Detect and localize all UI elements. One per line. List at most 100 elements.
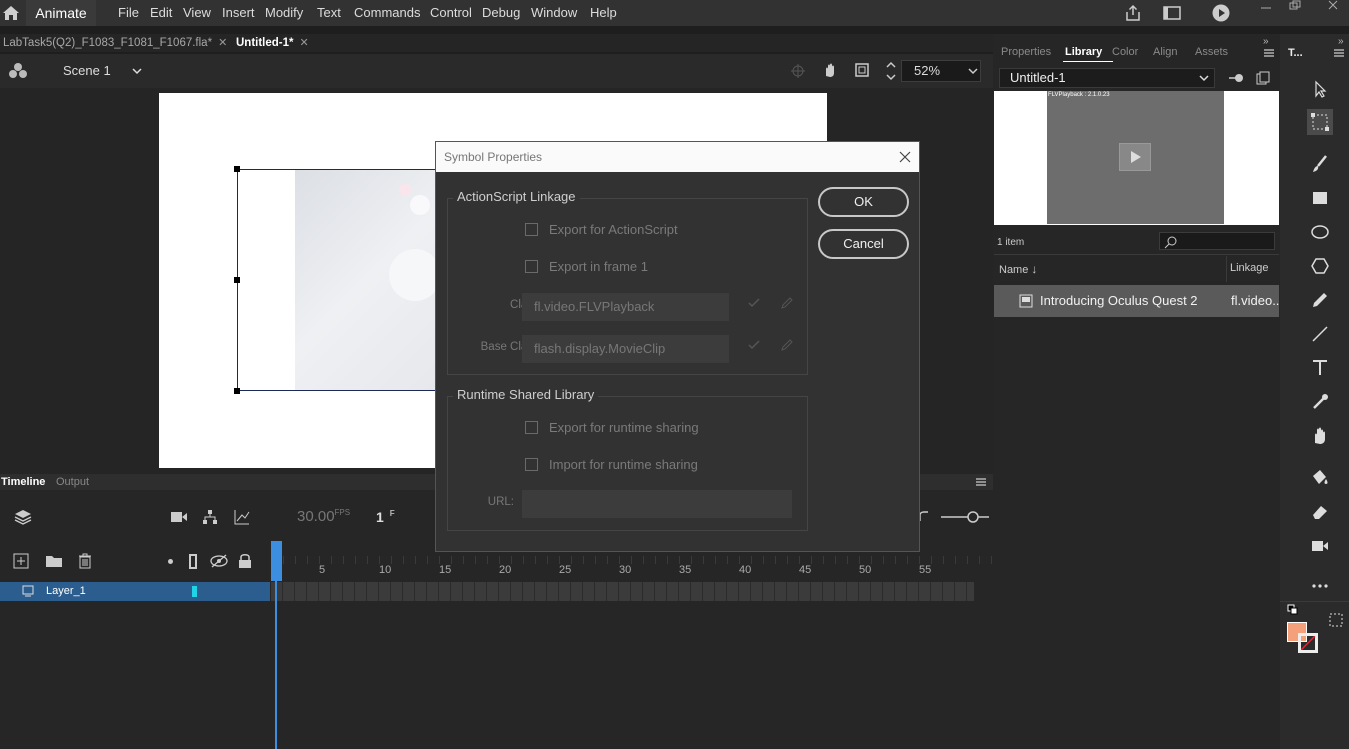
rectangle-tool-icon[interactable] bbox=[1310, 188, 1330, 208]
export-runtime-checkbox[interactable] bbox=[525, 421, 538, 434]
chevron-down-icon[interactable] bbox=[131, 66, 143, 76]
layer-row[interactable]: Layer_1 bbox=[0, 582, 270, 601]
polystar-tool-icon[interactable] bbox=[1310, 256, 1330, 276]
menu-debug[interactable]: Debug bbox=[482, 0, 520, 26]
library-document-select[interactable]: Untitled-1 bbox=[999, 68, 1215, 88]
snap-icon[interactable] bbox=[790, 63, 806, 79]
doc-tab-untitled[interactable]: Untitled-1* ✕ bbox=[236, 34, 309, 52]
minimize-icon[interactable] bbox=[1260, 3, 1272, 13]
column-divider[interactable] bbox=[1226, 256, 1227, 282]
import-runtime-checkbox[interactable] bbox=[525, 458, 538, 471]
base-class-input[interactable]: flash.display.MovieClip bbox=[522, 335, 729, 363]
column-name-header[interactable]: Name ↓ bbox=[999, 262, 1037, 276]
close-icon[interactable] bbox=[898, 150, 912, 164]
menu-commands[interactable]: Commands bbox=[354, 0, 420, 26]
checkmark-icon[interactable] bbox=[748, 298, 760, 308]
clip-stage-icon[interactable] bbox=[854, 62, 870, 78]
swap-colors-icon[interactable] bbox=[1287, 604, 1299, 616]
scene-name[interactable]: Scene 1 bbox=[63, 63, 111, 78]
edit-symbols-icon[interactable] bbox=[8, 61, 28, 81]
new-layer-icon[interactable] bbox=[13, 553, 29, 569]
new-folder-icon[interactable] bbox=[45, 554, 63, 568]
layer-frames[interactable] bbox=[271, 582, 974, 601]
url-input[interactable] bbox=[522, 490, 792, 518]
panel-menu-icon[interactable] bbox=[1333, 48, 1345, 58]
checkmark-icon[interactable] bbox=[748, 340, 760, 350]
hand-tool-icon[interactable] bbox=[1310, 426, 1330, 446]
layers-icon[interactable] bbox=[14, 509, 32, 525]
tab-align[interactable]: Align bbox=[1153, 46, 1177, 58]
hide-layers-icon[interactable] bbox=[210, 554, 228, 568]
export-actionscript-checkbox[interactable] bbox=[525, 223, 538, 236]
menu-control[interactable]: Control bbox=[430, 0, 472, 26]
menu-modify[interactable]: Modify bbox=[265, 0, 303, 26]
delete-layer-icon[interactable] bbox=[78, 553, 92, 569]
tab-timeline[interactable]: Timeline bbox=[1, 474, 45, 490]
new-library-panel-icon[interactable] bbox=[1256, 71, 1270, 85]
pin-icon[interactable] bbox=[1228, 72, 1244, 84]
current-frame[interactable]: 1F bbox=[376, 509, 395, 525]
layer-name[interactable]: Layer_1 bbox=[46, 585, 86, 597]
pencil-tool-icon[interactable] bbox=[1310, 290, 1330, 310]
playhead-handle[interactable] bbox=[271, 541, 282, 581]
collapse-tools-icon[interactable]: » bbox=[1338, 36, 1344, 47]
free-transform-tool-icon[interactable] bbox=[1307, 109, 1333, 135]
close-tab-icon[interactable]: ✕ bbox=[300, 37, 309, 49]
tab-properties[interactable]: Properties bbox=[1001, 46, 1051, 58]
test-movie-icon[interactable] bbox=[1212, 4, 1230, 22]
menu-help[interactable]: Help bbox=[590, 0, 617, 26]
export-frame1-checkbox[interactable] bbox=[525, 260, 538, 273]
zoom-dropdown-icon[interactable] bbox=[967, 66, 979, 76]
transform-handle[interactable] bbox=[234, 388, 240, 394]
library-search-input[interactable] bbox=[1159, 232, 1275, 250]
line-tool-icon[interactable] bbox=[1310, 324, 1330, 344]
menu-file[interactable]: File bbox=[118, 0, 139, 26]
edit-pencil-icon[interactable] bbox=[780, 338, 794, 352]
graph-icon[interactable] bbox=[234, 509, 250, 525]
camera-icon[interactable] bbox=[170, 510, 188, 524]
selection-tool-icon[interactable] bbox=[1310, 79, 1330, 99]
panel-menu-icon[interactable] bbox=[1263, 48, 1275, 58]
library-item-row[interactable]: Introducing Oculus Quest 2 fl.video... bbox=[994, 285, 1283, 317]
menu-window[interactable]: Window bbox=[531, 0, 577, 26]
menu-edit[interactable]: Edit bbox=[150, 0, 172, 26]
menu-view[interactable]: View bbox=[183, 0, 211, 26]
menu-insert[interactable]: Insert bbox=[222, 0, 255, 26]
transform-handle[interactable] bbox=[234, 166, 240, 172]
column-linkage-header[interactable]: Linkage bbox=[1230, 262, 1269, 274]
edit-pencil-icon[interactable] bbox=[780, 296, 794, 310]
share-icon[interactable] bbox=[1124, 4, 1142, 22]
cancel-button[interactable]: Cancel bbox=[818, 229, 909, 259]
transform-handle[interactable] bbox=[234, 277, 240, 283]
restore-icon[interactable] bbox=[1289, 0, 1301, 10]
close-tab-icon[interactable]: ✕ bbox=[218, 37, 227, 49]
layer-color-swatch[interactable] bbox=[192, 586, 197, 597]
ok-button[interactable]: OK bbox=[818, 187, 909, 217]
timeline-zoom-slider[interactable] bbox=[940, 510, 990, 524]
frame-ruler[interactable] bbox=[271, 556, 993, 564]
brush-tool-icon[interactable] bbox=[1310, 154, 1330, 174]
panel-menu-icon[interactable] bbox=[975, 477, 987, 487]
fps-display[interactable]: 30.00FPS bbox=[297, 508, 350, 525]
doc-tab-labtask[interactable]: LabTask5(Q2)_F1083_F1081_F1067.fla* ✕ bbox=[3, 34, 227, 52]
rotate-stage-icon[interactable] bbox=[821, 61, 839, 79]
stroke-color-swatch[interactable] bbox=[1298, 633, 1318, 653]
close-window-icon[interactable] bbox=[1327, 0, 1339, 10]
tab-color[interactable]: Color bbox=[1112, 46, 1138, 58]
outline-icon[interactable] bbox=[189, 554, 197, 569]
bone-tool-icon[interactable] bbox=[1310, 392, 1330, 412]
camera-tool-icon[interactable] bbox=[1310, 536, 1330, 556]
tab-assets[interactable]: Assets bbox=[1195, 46, 1228, 58]
workspace-icon[interactable] bbox=[1163, 6, 1181, 20]
more-tools-icon[interactable] bbox=[1310, 576, 1330, 596]
parenting-icon[interactable] bbox=[202, 509, 218, 525]
highlight-dot-icon[interactable] bbox=[168, 559, 173, 564]
paint-bucket-tool-icon[interactable] bbox=[1310, 468, 1330, 488]
menu-text[interactable]: Text bbox=[317, 0, 341, 26]
class-input[interactable]: fl.video.FLVPlayback bbox=[522, 293, 729, 321]
lock-layers-icon[interactable] bbox=[238, 553, 252, 569]
text-tool-icon[interactable] bbox=[1310, 358, 1330, 378]
oval-tool-icon[interactable] bbox=[1310, 222, 1330, 242]
snap-to-objects-icon[interactable] bbox=[1327, 611, 1345, 629]
collapse-panel-icon[interactable]: » bbox=[1263, 36, 1269, 47]
